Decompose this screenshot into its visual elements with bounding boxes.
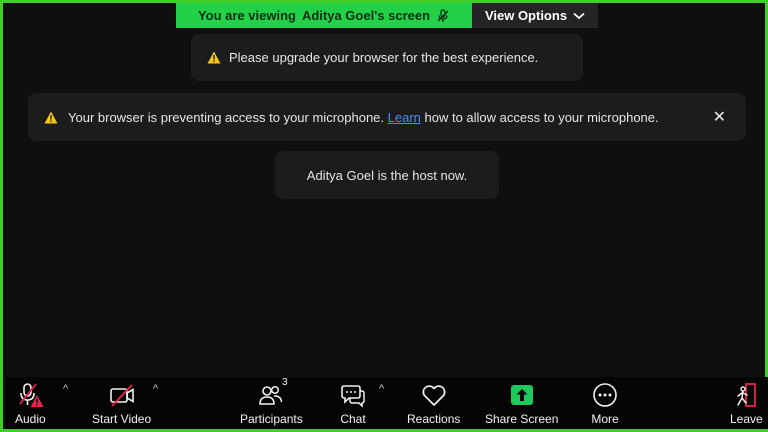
warning-icon: [207, 51, 221, 64]
mic-off-icon: [437, 8, 449, 22]
reactions-button[interactable]: Reactions: [407, 381, 460, 426]
start-video-label: Start Video: [92, 412, 152, 426]
share-screen-button[interactable]: Share Screen: [485, 381, 558, 426]
mic-muted-warning-icon: [19, 383, 44, 407]
audio-label: Audio: [15, 412, 46, 426]
upgrade-browser-toast: Please upgrade your browser for the best…: [191, 34, 583, 81]
host-message: Aditya Goel is the host now.: [306, 167, 468, 183]
participants-button[interactable]: Participants: [240, 381, 303, 426]
video-options-caret-icon[interactable]: ^: [153, 383, 158, 395]
meeting-toolbar: Audio ^ Start Video ^ Participants 3 Cha…: [6, 377, 768, 429]
chat-icon: [341, 385, 365, 408]
chat-options-caret-icon[interactable]: ^: [379, 383, 384, 395]
chat-label: Chat: [340, 412, 366, 426]
warning-icon: [44, 111, 58, 123]
more-button[interactable]: More: [591, 381, 619, 426]
leave-label: Leave: [730, 412, 763, 426]
mic-message: Your browser is preventing access to you…: [68, 110, 659, 125]
audio-button[interactable]: Audio: [15, 381, 46, 426]
reactions-label: Reactions: [407, 412, 461, 426]
meeting-stage: You are viewing Aditya Goel's screen Vie…: [0, 0, 768, 432]
more-icon: [593, 383, 617, 407]
share-screen-icon: [510, 385, 533, 405]
upgrade-message: Please upgrade your browser for the best…: [229, 50, 539, 65]
more-label: More: [591, 412, 619, 426]
viewing-screen-banner: You are viewing Aditya Goel's screen: [176, 3, 472, 28]
learn-link[interactable]: Learn: [388, 110, 421, 125]
host-change-toast: Aditya Goel is the host now.: [275, 151, 499, 199]
audio-options-caret-icon[interactable]: ^: [63, 383, 68, 395]
mic-message-after: how to allow access to your microphone.: [424, 109, 659, 125]
view-options-button[interactable]: View Options: [472, 3, 598, 28]
start-video-button[interactable]: Start Video: [92, 381, 151, 426]
viewing-prefix: You are viewing: [197, 8, 296, 23]
leave-button[interactable]: Leave: [730, 381, 763, 426]
mic-access-toast: Your browser is preventing access to you…: [28, 93, 746, 141]
close-icon[interactable]: ✕: [713, 107, 726, 127]
viewing-name: Aditya Goel's screen: [301, 8, 431, 23]
mic-message-before: Your browser is preventing access to you…: [68, 109, 385, 125]
chat-button[interactable]: Chat: [339, 381, 367, 426]
leave-icon: [737, 383, 757, 407]
video-off-icon: [109, 384, 134, 407]
view-options-label: View Options: [484, 8, 568, 23]
heart-icon: [422, 385, 446, 406]
participants-count-badge: 3: [282, 377, 288, 388]
participants-label: Participants: [240, 412, 303, 426]
chevron-down-icon: [573, 12, 585, 19]
share-screen-label: Share Screen: [485, 412, 559, 426]
